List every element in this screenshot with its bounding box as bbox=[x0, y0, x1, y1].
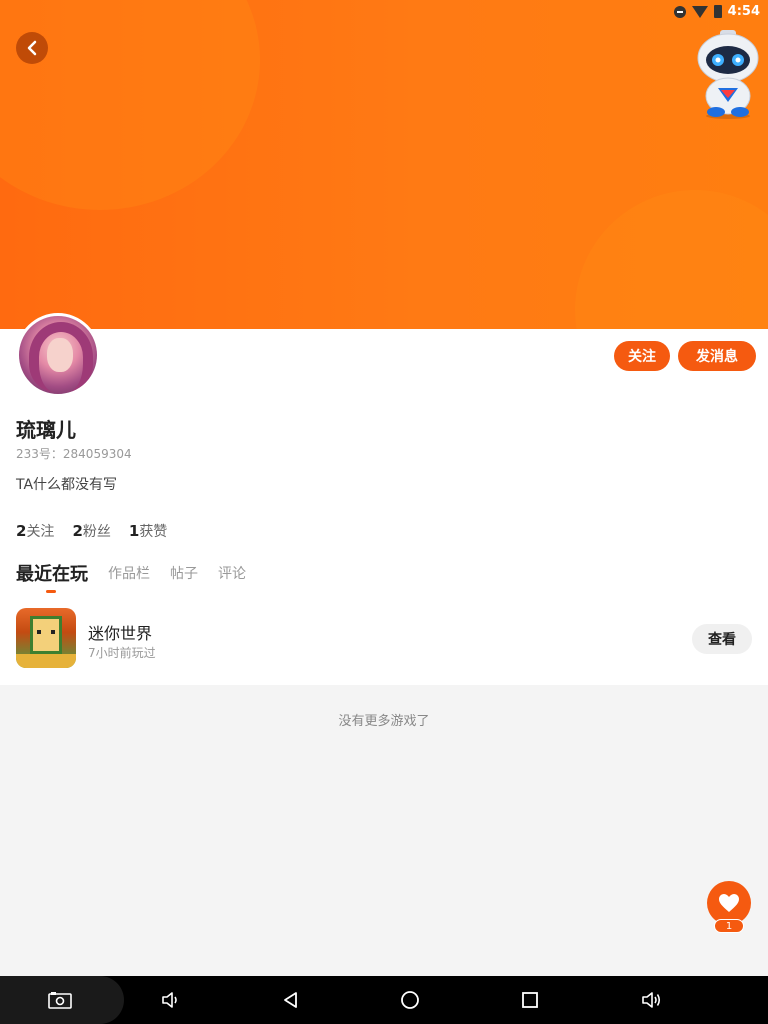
profile-banner bbox=[0, 0, 768, 329]
system-nav-bar bbox=[0, 976, 768, 1024]
banner-decoration bbox=[0, 0, 260, 210]
battery-icon bbox=[713, 5, 722, 18]
stat-following[interactable]: 2关注 bbox=[16, 521, 54, 541]
recents-icon[interactable] bbox=[518, 988, 542, 1012]
status-bar: 4:54 bbox=[673, 4, 760, 19]
heart-icon bbox=[719, 894, 739, 912]
profile-stats: 2关注 2粉丝 1获赞 bbox=[16, 521, 167, 541]
tab-works[interactable]: 作品栏 bbox=[108, 563, 150, 583]
do-not-disturb-icon bbox=[673, 5, 686, 18]
game-icon-coins bbox=[16, 654, 76, 668]
screenshot-icon bbox=[48, 988, 72, 1012]
user-bio: TA什么都没有写 bbox=[16, 477, 118, 493]
game-icon-eyes bbox=[37, 630, 55, 634]
avatar-face bbox=[47, 338, 73, 372]
like-count-badge: 1 bbox=[714, 919, 744, 933]
banner-decoration bbox=[575, 190, 768, 329]
tab-posts[interactable]: 帖子 bbox=[170, 563, 198, 583]
game-last-played: 7小时前玩过 bbox=[88, 646, 156, 660]
game-icon-character bbox=[30, 616, 62, 654]
empty-list-message: 没有更多游戏了 bbox=[338, 714, 430, 729]
avatar[interactable] bbox=[16, 313, 100, 397]
user-id: 233号：284059304 bbox=[16, 447, 132, 461]
volume-down-icon[interactable] bbox=[158, 988, 182, 1012]
back-button[interactable] bbox=[16, 32, 48, 64]
volume-up-icon[interactable] bbox=[639, 988, 663, 1012]
message-button[interactable]: 发消息 bbox=[678, 341, 756, 371]
stat-likes[interactable]: 1获赞 bbox=[129, 521, 167, 541]
back-icon[interactable] bbox=[279, 988, 303, 1012]
user-name: 琉璃儿 bbox=[16, 418, 76, 442]
robot-mascot-icon[interactable] bbox=[690, 26, 766, 120]
wifi-icon bbox=[691, 5, 708, 18]
follow-button[interactable]: 关注 bbox=[614, 341, 670, 371]
game-name[interactable]: 迷你世界 bbox=[88, 620, 152, 644]
view-game-button[interactable]: 查看 bbox=[692, 624, 752, 654]
profile-tabs: 最近在玩 作品栏 帖子 评论 bbox=[16, 560, 246, 593]
tab-comments[interactable]: 评论 bbox=[218, 563, 246, 583]
back-arrow-icon bbox=[27, 40, 37, 56]
stat-followers[interactable]: 2粉丝 bbox=[72, 521, 110, 541]
game-icon[interactable] bbox=[16, 608, 76, 668]
status-time: 4:54 bbox=[727, 4, 760, 19]
screenshot-button[interactable] bbox=[0, 976, 124, 1024]
home-icon[interactable] bbox=[398, 988, 422, 1012]
tab-recently-played[interactable]: 最近在玩 bbox=[16, 560, 88, 593]
